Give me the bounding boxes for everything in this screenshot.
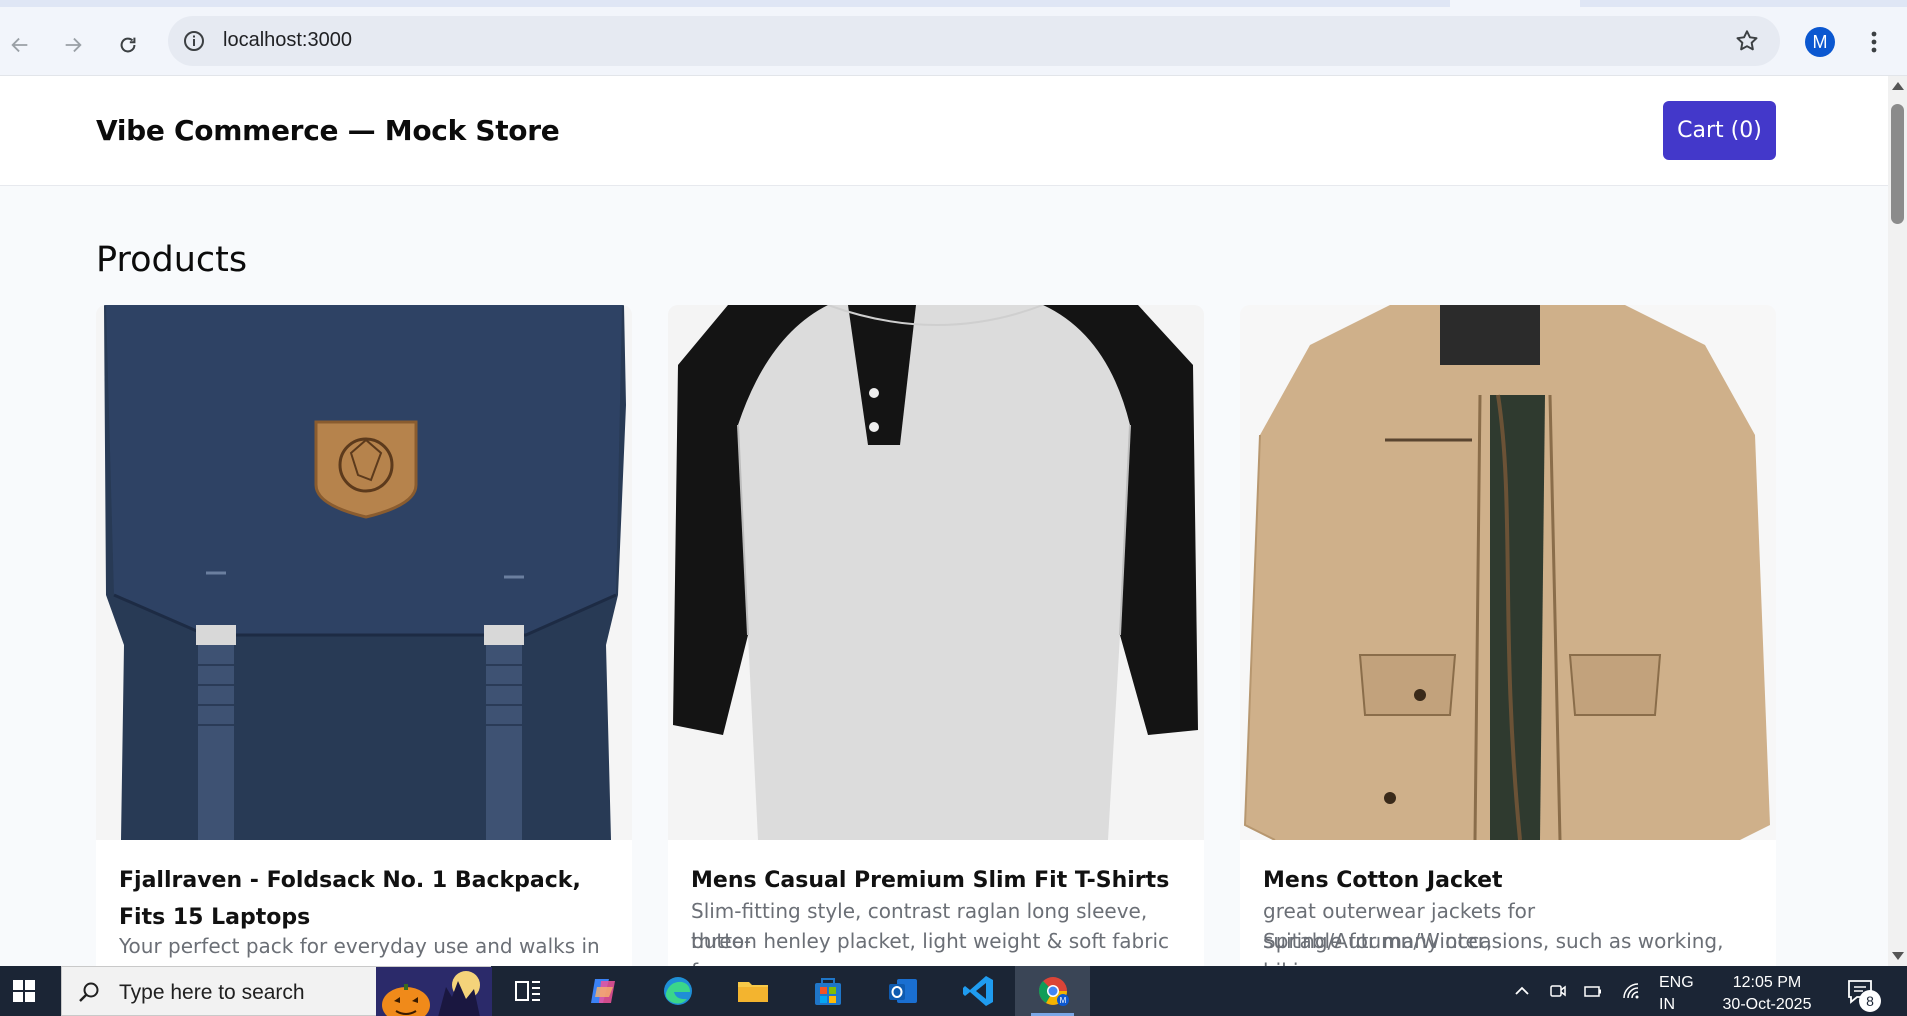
language-region: IN xyxy=(1659,996,1675,1013)
profile-avatar[interactable]: M xyxy=(1805,27,1835,57)
edge-icon xyxy=(663,977,692,1005)
chrome-button[interactable]: M xyxy=(1015,966,1090,1016)
clock-time: 12:05 PM xyxy=(1732,974,1802,991)
product-image[interactable] xyxy=(1240,305,1776,840)
product-image[interactable] xyxy=(96,305,632,840)
windows-logo-icon xyxy=(13,980,35,1002)
product-image[interactable] xyxy=(668,305,1204,840)
product-name[interactable]: Fjallraven - Foldsack No. 1 Backpack, Fi… xyxy=(119,862,609,936)
scroll-down-arrow-icon[interactable] xyxy=(1892,952,1904,960)
search-placeholder[interactable]: Type here to search xyxy=(119,981,305,1005)
chevron-up-icon xyxy=(1515,986,1529,995)
arrow-right-icon xyxy=(65,37,82,53)
back-button[interactable] xyxy=(2,27,38,63)
product-card[interactable]: Mens Casual Premium Slim Fit T-Shirts Sl… xyxy=(668,305,1204,966)
address-bar[interactable]: localhost:3000 xyxy=(168,16,1780,66)
site-info-icon[interactable] xyxy=(182,29,206,53)
battery-button[interactable] xyxy=(1580,966,1606,1016)
tab-active[interactable] xyxy=(1450,0,1580,7)
bookmark-star-icon[interactable] xyxy=(1734,28,1760,54)
battery-icon xyxy=(1584,986,1601,997)
file-explorer-button[interactable] xyxy=(715,966,790,1016)
reload-icon xyxy=(120,37,136,53)
reload-button[interactable] xyxy=(110,27,146,63)
product-description: Your perfect pack for everyday use and w… xyxy=(119,934,600,966)
product-description-line2: button henley placket, light weight & so… xyxy=(691,929,1170,966)
more-menu-icon[interactable] xyxy=(1862,25,1886,59)
jacket-image xyxy=(1240,305,1776,840)
product-card[interactable]: Mens Cotton Jacket great outerwear jacke… xyxy=(1240,305,1776,966)
tab-strip xyxy=(0,0,1907,7)
chrome-icon: M xyxy=(1038,977,1069,1006)
task-view-icon xyxy=(514,981,540,1001)
show-hidden-icons-button[interactable] xyxy=(1508,966,1536,1016)
camera-icon xyxy=(1550,985,1566,997)
cart-button[interactable]: Cart (0) xyxy=(1663,101,1776,160)
folder-icon xyxy=(737,982,768,1002)
os-taskbar: Type here to search M ENG IN 12:05 PM 30… xyxy=(0,966,1907,1016)
meet-now-button[interactable] xyxy=(1546,966,1570,1016)
product-description-line2: suitable for many occasions, such as wor… xyxy=(1263,929,1724,966)
store-icon xyxy=(814,978,841,1005)
search-icon xyxy=(79,982,99,1002)
scrollbar-thumb[interactable] xyxy=(1891,104,1904,224)
language-code: ENG xyxy=(1659,974,1694,991)
arrow-left-icon xyxy=(11,37,28,53)
product-card[interactable]: Fjallraven - Foldsack No. 1 Backpack, Fi… xyxy=(96,305,632,966)
start-button[interactable] xyxy=(0,966,48,1016)
copilot-button[interactable] xyxy=(565,966,640,1016)
notification-center-button[interactable]: 8 xyxy=(1845,976,1881,1012)
vscode-icon xyxy=(962,976,993,1006)
tshirt-image xyxy=(668,305,1204,840)
wifi-icon xyxy=(1623,983,1639,999)
edge-button[interactable] xyxy=(640,966,715,1016)
network-button[interactable] xyxy=(1618,966,1644,1016)
page-scrollbar[interactable] xyxy=(1888,76,1907,966)
clock-date: 30-Oct-2025 xyxy=(1722,996,1812,1013)
product-name[interactable]: Mens Cotton Jacket xyxy=(1263,862,1753,899)
outlook-button[interactable] xyxy=(865,966,940,1016)
url-text[interactable]: localhost:3000 xyxy=(223,29,352,52)
task-view-button[interactable] xyxy=(490,966,565,1016)
halloween-search-highlight-icon[interactable] xyxy=(376,967,492,1016)
brand-title: Vibe Commerce — Mock Store xyxy=(96,114,560,147)
input-language[interactable]: ENG IN xyxy=(1659,972,1694,1016)
page-viewport: Vibe Commerce — Mock Store Cart (0) Prod… xyxy=(0,76,1888,966)
backpack-image xyxy=(96,305,632,840)
store-button[interactable] xyxy=(790,966,865,1016)
taskbar-search[interactable]: Type here to search xyxy=(61,966,492,1016)
svg-text:M: M xyxy=(1059,996,1066,1005)
forward-button[interactable] xyxy=(55,27,91,63)
notification-count-badge: 8 xyxy=(1859,990,1881,1012)
browser-toolbar: localhost:3000 M xyxy=(0,7,1907,76)
section-title: Products xyxy=(96,240,248,280)
product-name[interactable]: Mens Casual Premium Slim Fit T-Shirts xyxy=(691,862,1181,899)
scroll-up-arrow-icon[interactable] xyxy=(1892,82,1904,90)
taskbar-clock[interactable]: 12:05 PM 30-Oct-2025 xyxy=(1712,972,1822,1016)
vscode-button[interactable] xyxy=(940,966,1015,1016)
copilot-icon xyxy=(590,979,615,1003)
outlook-icon xyxy=(888,979,917,1003)
site-header: Vibe Commerce — Mock Store Cart (0) xyxy=(0,76,1888,186)
